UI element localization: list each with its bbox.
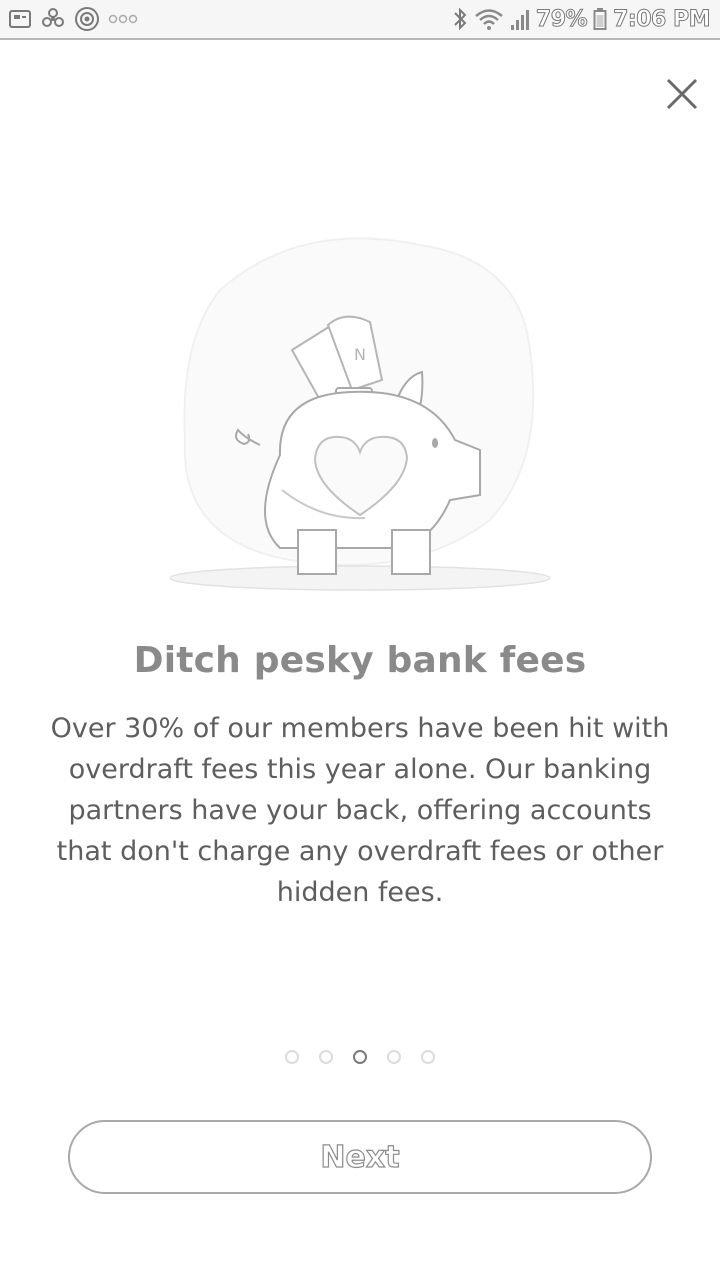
page-dot-2 (319, 1050, 333, 1064)
page-dot-3-active (353, 1050, 367, 1064)
onboarding-screen: 79% 7:06 PM N Ditch pesky bank fees Over… (0, 0, 720, 1280)
close-icon (666, 78, 698, 110)
next-button-label: Next (320, 1139, 400, 1175)
onboarding-title: Ditch pesky bank fees (133, 640, 587, 681)
page-dot-4 (387, 1050, 401, 1064)
target-notification-icon (74, 6, 100, 32)
bluetooth-icon (452, 6, 468, 32)
wifi-icon (474, 7, 504, 31)
onboarding-description: Over 30% of our members have been hit wi… (50, 713, 670, 908)
page-dot-5 (421, 1050, 435, 1064)
gallery-notification-icon (8, 8, 32, 30)
next-button[interactable]: Next (68, 1120, 652, 1194)
svg-text:N: N (354, 345, 366, 364)
status-bar: 79% 7:06 PM (0, 0, 720, 40)
piggy-bank-illustration: N (160, 230, 560, 600)
more-notifications-icon (108, 12, 138, 26)
status-notifications (8, 6, 138, 32)
close-button[interactable] (660, 72, 704, 116)
signal-icon (510, 7, 530, 31)
status-system: 79% 7:06 PM (452, 6, 711, 32)
page-indicator (0, 1050, 720, 1064)
battery-icon (593, 7, 607, 31)
page-dot-1 (285, 1050, 299, 1064)
status-time: 7:06 PM (613, 6, 711, 32)
pinwheel-notification-icon (40, 6, 66, 32)
battery-percent: 79% (535, 6, 588, 32)
